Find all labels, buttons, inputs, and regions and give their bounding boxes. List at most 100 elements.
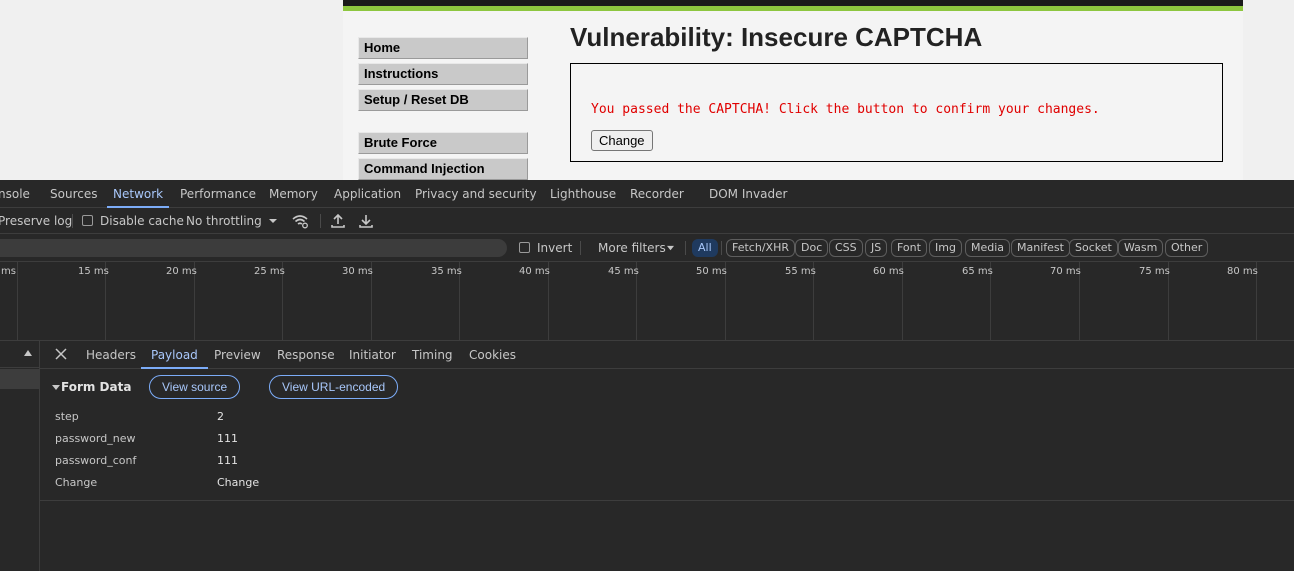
invert-label[interactable]: Invert (537, 235, 572, 261)
filter-chip-manifest[interactable]: Manifest (1011, 239, 1070, 257)
request-list (0, 341, 40, 571)
view-url-encoded-button[interactable]: View URL-encoded (269, 375, 399, 399)
download-icon[interactable] (357, 212, 375, 230)
filter-chip-other[interactable]: Other (1165, 239, 1209, 257)
disable-cache-checkbox[interactable] (82, 215, 93, 226)
more-filters-dropdown[interactable]: More filters (598, 235, 666, 261)
tab-performance[interactable]: Performance (180, 180, 256, 208)
devtools-panel: nsole Sources Network Performance Memory… (0, 180, 1294, 571)
toolbar-separator (72, 214, 73, 228)
tab-sources[interactable]: Sources (50, 180, 97, 208)
timeline-tick-label: 75 ms (1139, 266, 1170, 277)
menu-item-home[interactable]: Home (358, 37, 528, 59)
filter-chip-media[interactable]: Media (965, 239, 1011, 257)
vulnerability-box: You passed the CAPTCHA! Click the button… (570, 63, 1223, 162)
payload-section: Form Data View source View URL-encoded s… (40, 369, 1294, 501)
tab-response[interactable]: Response (277, 341, 335, 369)
caret-down-icon[interactable] (52, 385, 60, 390)
throttling-select[interactable]: No throttling (186, 208, 262, 234)
menu-item-instructions[interactable]: Instructions (358, 63, 528, 85)
tab-payload[interactable]: Payload (141, 341, 208, 369)
form-data-value: Change (217, 476, 260, 489)
filter-chip-js[interactable]: JS (865, 239, 888, 257)
form-data-heading[interactable]: Form Data (61, 380, 131, 394)
details-tab-bar: Headers Payload Preview Response Initiat… (40, 341, 1294, 369)
tab-lighthouse[interactable]: Lighthouse (550, 180, 616, 208)
filter-chip-font[interactable]: Font (891, 239, 927, 257)
wifi-settings-icon[interactable] (291, 212, 309, 230)
tab-headers[interactable]: Headers (86, 341, 136, 369)
timeline-tick-label: 50 ms (696, 266, 727, 277)
timeline-tick-label: ms (1, 266, 16, 277)
dvwa-container: Home Instructions Setup / Reset DB Brute… (343, 0, 1243, 180)
timeline-tick-label: 80 ms (1227, 266, 1258, 277)
tab-recorder[interactable]: Recorder (630, 180, 684, 208)
tab-memory[interactable]: Memory (269, 180, 318, 208)
tab-network[interactable]: Network (106, 180, 170, 208)
timeline-tick-label: 35 ms (431, 266, 462, 277)
filter-input[interactable] (0, 239, 507, 257)
timeline-tick-label: 15 ms (78, 266, 109, 277)
tab-dom-invader[interactable]: DOM Invader (709, 180, 787, 208)
filter-chip-img[interactable]: Img (929, 239, 962, 257)
upload-icon[interactable] (329, 212, 347, 230)
filter-chip-doc[interactable]: Doc (795, 239, 829, 257)
selected-request-row[interactable] (0, 369, 40, 389)
page-title: Vulnerability: Insecure CAPTCHA (570, 22, 983, 52)
form-data-value: 111 (217, 454, 238, 467)
invert-checkbox[interactable] (519, 242, 530, 253)
form-data-key: Change (55, 476, 98, 489)
chevron-down-icon[interactable] (666, 245, 675, 252)
menu-item-command-injection[interactable]: Command Injection (358, 158, 528, 180)
tab-timing[interactable]: Timing (412, 341, 453, 369)
form-data-key: step (55, 410, 79, 423)
timeline-tick-label: 65 ms (962, 266, 993, 277)
network-toolbar: Preserve log Disable cache No throttling (0, 208, 1294, 234)
timeline-tick-label: 30 ms (342, 266, 373, 277)
timeline-overview[interactable]: ms 15 ms 20 ms 25 ms 30 ms 35 ms 40 ms 4… (0, 262, 1294, 341)
filter-chip-wasm[interactable]: Wasm (1118, 239, 1164, 257)
timeline-tick-label: 45 ms (608, 266, 639, 277)
timeline-tick-label: 20 ms (166, 266, 197, 277)
tab-console[interactable]: nsole (0, 180, 30, 208)
timeline-gridline (17, 262, 18, 341)
web-page-viewport: Home Instructions Setup / Reset DB Brute… (0, 0, 1294, 180)
timeline-tick-label: 70 ms (1050, 266, 1081, 277)
timeline-tick-label: 55 ms (785, 266, 816, 277)
header-accent-stripe (343, 6, 1243, 11)
chevron-down-icon[interactable] (268, 217, 278, 225)
tab-preview[interactable]: Preview (214, 341, 261, 369)
tab-application[interactable]: Application (334, 180, 401, 208)
timeline-tick-label: 40 ms (519, 266, 550, 277)
filter-chip-socket[interactable]: Socket (1069, 239, 1118, 257)
sort-ascending-icon[interactable] (24, 350, 32, 356)
tab-privacy-security[interactable]: Privacy and security (415, 180, 537, 208)
captcha-success-message: You passed the CAPTCHA! Click the button… (591, 102, 1100, 117)
request-list-header[interactable] (0, 341, 40, 368)
menu-item-setup-reset-db[interactable]: Setup / Reset DB (358, 89, 528, 111)
menu-item-brute-force[interactable]: Brute Force (358, 132, 528, 154)
form-data-key: password_conf (55, 454, 137, 467)
tab-initiator[interactable]: Initiator (349, 341, 396, 369)
view-source-button[interactable]: View source (149, 375, 241, 399)
filter-chip-css[interactable]: CSS (829, 239, 863, 257)
timeline-tick-label: 60 ms (873, 266, 904, 277)
form-data-value: 2 (217, 410, 224, 423)
filter-bar: Invert More filters All Fetch/XHR Doc CS… (0, 234, 1294, 262)
tab-cookies[interactable]: Cookies (469, 341, 516, 369)
request-details-panel: Headers Payload Preview Response Initiat… (40, 341, 1294, 571)
preserve-log-label[interactable]: Preserve log (0, 208, 72, 234)
filter-chip-all[interactable]: All (692, 239, 718, 257)
timeline-tick-label: 25 ms (254, 266, 285, 277)
close-icon[interactable] (53, 346, 69, 362)
filter-chip-fetch-xhr[interactable]: Fetch/XHR (726, 239, 795, 257)
filter-separator (685, 241, 686, 255)
disable-cache-label[interactable]: Disable cache (100, 208, 184, 234)
form-data-key: password_new (55, 432, 136, 445)
form-data-value: 111 (217, 432, 238, 445)
change-button[interactable]: Change (591, 130, 653, 151)
filter-separator (580, 241, 581, 255)
filter-separator (721, 241, 722, 255)
devtools-tab-bar: nsole Sources Network Performance Memory… (0, 180, 1294, 208)
toolbar-separator (320, 214, 321, 228)
